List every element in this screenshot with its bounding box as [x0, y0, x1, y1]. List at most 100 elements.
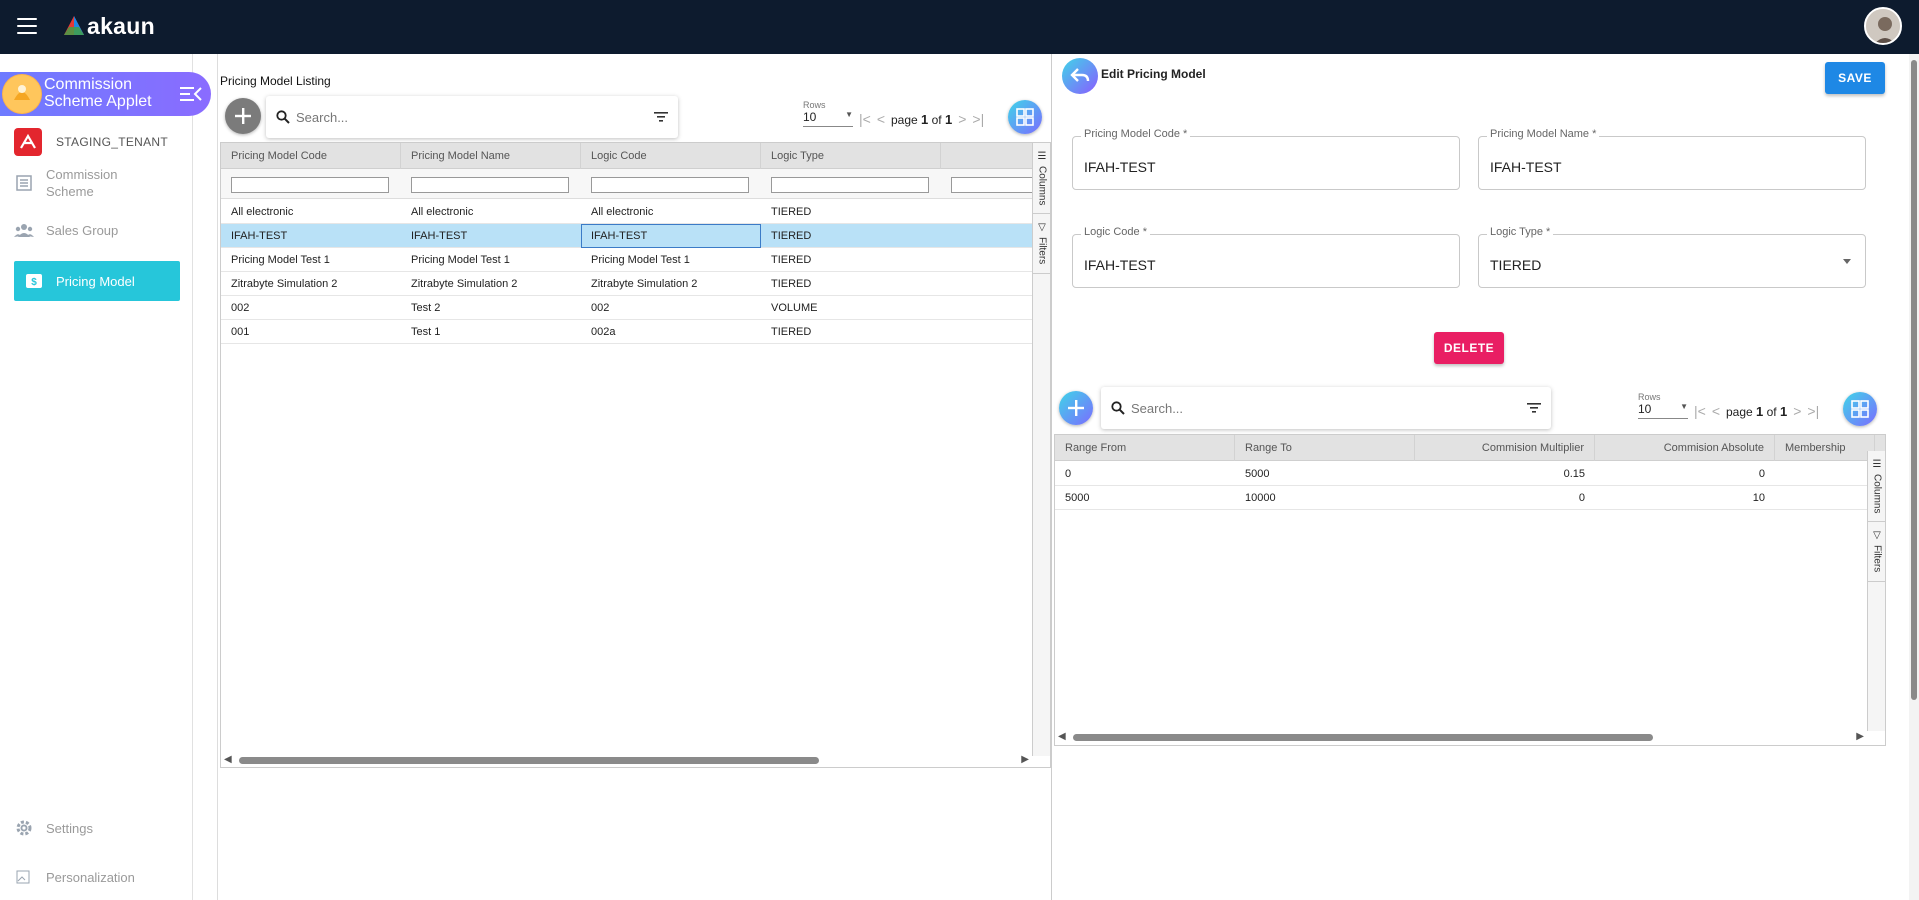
scroll-left-arrow-icon[interactable]: ◀ — [1058, 731, 1066, 742]
first-page-button[interactable]: |< — [859, 111, 871, 127]
last-page-button[interactable]: >| — [972, 111, 984, 127]
cell-name: Zitrabyte Simulation 2 — [411, 278, 518, 290]
listing-search-box[interactable] — [266, 96, 678, 138]
table-row[interactable]: 0 5000 0.15 0 — [1055, 462, 1885, 486]
hamburger-menu-icon[interactable] — [17, 18, 37, 34]
collapse-menu-icon[interactable] — [180, 85, 202, 103]
scrollbar-thumb[interactable] — [1073, 734, 1653, 741]
column-header-commission-absolute[interactable]: Commision Absolute — [1595, 435, 1775, 461]
tier-search-input[interactable] — [1131, 400, 1527, 416]
column-header-range-from[interactable]: Range From — [1055, 435, 1235, 461]
column-header-logic-code[interactable]: Logic Code — [581, 143, 761, 169]
filter-icon[interactable] — [654, 111, 668, 123]
page-vertical-scrollbar[interactable] — [1909, 54, 1919, 900]
first-page-button[interactable]: |< — [1694, 403, 1706, 419]
scrollbar-thumb[interactable] — [1911, 60, 1917, 700]
logic-type-select[interactable]: Logic Type * TIERED — [1478, 226, 1866, 288]
grid-view-icon — [1016, 108, 1034, 126]
app-logo[interactable]: akaun — [63, 13, 155, 39]
cell-logic-type: TIERED — [771, 254, 812, 266]
columns-tool-tab[interactable]: ☰ Columns — [1868, 451, 1885, 523]
save-button[interactable]: SAVE — [1825, 62, 1885, 94]
filter-input-pricing-model-name[interactable] — [411, 177, 569, 193]
cell-range-to: 10000 — [1245, 492, 1276, 504]
delete-button[interactable]: DELETE — [1434, 332, 1504, 364]
sidebar-item-label: Personalization — [46, 869, 135, 885]
toggle-view-button[interactable] — [1008, 100, 1042, 134]
grid-horizontal-scrollbar[interactable]: ◀ ▶ — [221, 754, 1032, 766]
pricing-model-grid: Pricing Model Code Pricing Model Name Lo… — [220, 142, 1051, 768]
user-avatar[interactable] — [1864, 7, 1902, 45]
tier-search-box[interactable] — [1101, 387, 1551, 429]
sidebar-item-sales-group[interactable]: Sales Group — [14, 220, 180, 240]
applet-title: Commission Scheme Applet — [44, 76, 152, 110]
field-label: Logic Code * — [1081, 226, 1150, 238]
table-row[interactable]: All electronic All electronic All electr… — [221, 200, 1050, 224]
chevron-down-icon: ▼ — [845, 110, 853, 119]
scroll-right-arrow-icon[interactable]: ▶ — [1856, 731, 1864, 742]
column-header-pricing-model-name[interactable]: Pricing Model Name — [401, 143, 581, 169]
sidebar-item-settings[interactable]: Settings — [14, 818, 180, 838]
field-value: TIERED — [1490, 257, 1542, 273]
applet-header[interactable]: Commission Scheme Applet — [0, 72, 211, 116]
back-button[interactable] — [1062, 58, 1098, 94]
cell-range-from: 0 — [1065, 468, 1072, 480]
table-row[interactable]: Zitrabyte Simulation 2 Zitrabyte Simulat… — [221, 272, 1050, 296]
logic-code-field[interactable]: Logic Code * IFAH-TEST — [1072, 226, 1460, 288]
column-header-logic-type[interactable]: Logic Type — [761, 143, 941, 169]
table-row[interactable]: 001 Test 1 002a TIERED — [221, 320, 1050, 344]
listing-pagination: Rows 10 ▼ |< < page 1 of 1 > >| — [803, 100, 984, 127]
last-page-button[interactable]: >| — [1807, 403, 1819, 419]
tenant-name: STAGING_TENANT — [56, 135, 168, 149]
rows-value: 10 — [803, 110, 817, 124]
rows-per-page-select[interactable]: Rows 10 ▼ — [1638, 392, 1688, 419]
pricing-model-code-field[interactable]: Pricing Model Code * IFAH-TEST — [1072, 128, 1460, 190]
scroll-right-arrow-icon[interactable]: ▶ — [1021, 754, 1029, 765]
sidebar-item-commission-scheme[interactable]: Commission Scheme — [14, 166, 180, 200]
cell-logic-code: 002 — [591, 302, 610, 314]
add-tier-button[interactable] — [1059, 391, 1093, 425]
cell-logic-code: Zitrabyte Simulation 2 — [591, 278, 698, 290]
cell-commission-absolute: 0 — [1758, 468, 1765, 480]
grid-horizontal-scrollbar[interactable]: ◀ ▶ — [1055, 731, 1867, 743]
grid-side-tool-panel: ☰ Columns ▽ Filters — [1032, 143, 1050, 756]
table-row[interactable]: 002 Test 2 002 VOLUME — [221, 296, 1050, 320]
listing-search-input[interactable] — [296, 109, 654, 125]
table-row[interactable]: 5000 10000 0 10 — [1055, 486, 1885, 510]
scrollbar-thumb[interactable] — [239, 757, 819, 764]
table-row[interactable]: Pricing Model Test 1 Pricing Model Test … — [221, 248, 1050, 272]
filters-tool-tab[interactable]: ▽ Filters — [1033, 214, 1050, 274]
sidebar-item-personalization[interactable]: Personalization — [14, 867, 180, 887]
pricing-model-name-field[interactable]: Pricing Model Name * IFAH-TEST — [1478, 128, 1866, 190]
applet-icon — [2, 74, 42, 114]
toggle-view-button[interactable] — [1843, 392, 1877, 426]
rows-label: Rows — [803, 100, 826, 110]
column-header-membership[interactable]: Membership — [1775, 435, 1875, 461]
filter-icon[interactable] — [1527, 402, 1541, 414]
filters-tool-tab[interactable]: ▽ Filters — [1868, 522, 1885, 582]
column-header-range-to[interactable]: Range To — [1235, 435, 1415, 461]
rows-per-page-select[interactable]: Rows 10 ▼ — [803, 100, 853, 127]
next-page-button[interactable]: > — [1793, 403, 1801, 419]
field-value: IFAH-TEST — [1490, 159, 1562, 175]
filter-input-logic-type[interactable] — [771, 177, 929, 193]
scroll-left-arrow-icon[interactable]: ◀ — [224, 754, 232, 765]
filter-input-logic-code[interactable] — [591, 177, 749, 193]
table-row-selected[interactable]: IFAH-TEST IFAH-TEST IFAH-TEST TIERED — [221, 224, 1050, 248]
filter-input-extra[interactable] — [951, 177, 1041, 193]
sidebar-item-pricing-model[interactable]: $ Pricing Model — [14, 261, 180, 301]
group-icon — [14, 220, 34, 240]
column-header-commission-multiplier[interactable]: Commision Multiplier — [1415, 435, 1595, 461]
page-indicator: page 1 of 1 — [1726, 404, 1788, 419]
plus-icon — [235, 108, 251, 124]
previous-page-button[interactable]: < — [877, 111, 885, 127]
next-page-button[interactable]: > — [958, 111, 966, 127]
grid-header: Range From Range To Commision Multiplier… — [1055, 435, 1885, 461]
filter-input-pricing-model-code[interactable] — [231, 177, 389, 193]
column-header-pricing-model-code[interactable]: Pricing Model Code — [221, 143, 401, 169]
previous-page-button[interactable]: < — [1712, 403, 1720, 419]
add-pricing-model-button[interactable] — [225, 98, 261, 134]
columns-tool-tab[interactable]: ☰ Columns — [1033, 143, 1050, 215]
cell-name: Test 2 — [411, 302, 441, 314]
tenant-indicator[interactable]: STAGING_TENANT — [14, 128, 168, 156]
